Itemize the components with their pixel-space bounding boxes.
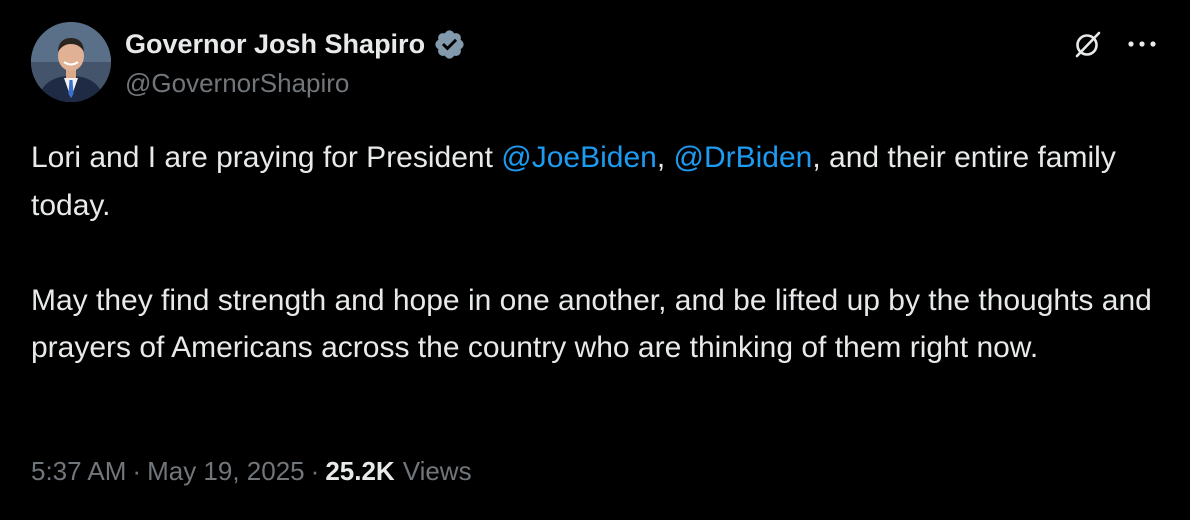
- author-name-row: Governor Josh Shapiro: [125, 27, 466, 61]
- author-handle[interactable]: @GovernorShapiro: [125, 68, 349, 99]
- views-count[interactable]: 25.2K: [325, 456, 394, 487]
- mention-link-joebiden[interactable]: @JoeBiden: [501, 141, 657, 174]
- views-label: Views: [402, 456, 472, 486]
- meta-separator: ·: [132, 456, 142, 486]
- tweet-text-segment: Lori and I are praying for President: [31, 141, 502, 174]
- avatar-image: [31, 22, 111, 102]
- tweet-text-segment: ,: [656, 141, 674, 174]
- grok-icon: [1075, 31, 1101, 58]
- tweet-paragraph-2: May they find strength and hope in one a…: [31, 283, 1152, 365]
- tweet-text: Lori and I are praying for President @Jo…: [31, 134, 1161, 372]
- mention-link-drbiden[interactable]: @DrBiden: [674, 141, 813, 174]
- tweet-card: Governor Josh Shapiro @GovernorShapiro L…: [0, 0, 1190, 520]
- more-button[interactable]: [1120, 24, 1164, 64]
- grok-button[interactable]: [1066, 24, 1110, 64]
- author-display-name[interactable]: Governor Josh Shapiro: [125, 29, 425, 60]
- tweet-paragraph-1: Lori and I are praying for President @Jo…: [31, 134, 1161, 229]
- tweet-meta: 5:37 AM · May 19, 2025 · 25.2K Views: [31, 456, 472, 487]
- tweet-time[interactable]: 5:37 AM: [31, 456, 126, 487]
- more-icon: [1128, 41, 1156, 47]
- meta-separator: ·: [310, 456, 320, 486]
- tweet-date[interactable]: May 19, 2025: [147, 456, 305, 487]
- verified-badge-icon[interactable]: [433, 28, 466, 61]
- avatar[interactable]: [31, 22, 111, 102]
